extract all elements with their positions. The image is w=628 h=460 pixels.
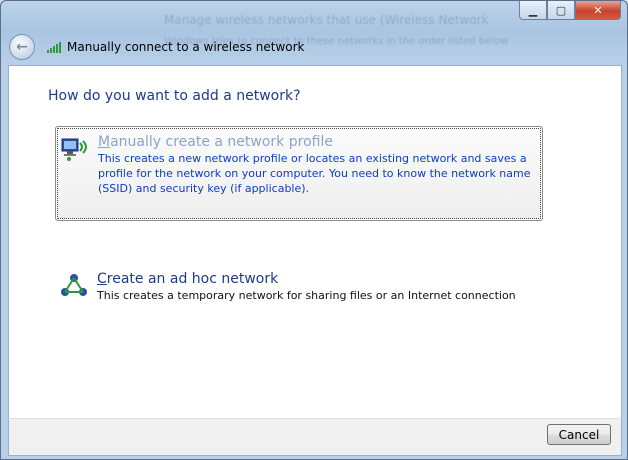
page-heading: How do you want to add a network? <box>48 88 301 104</box>
option-manual-profile-description: This creates a new network profile or lo… <box>98 152 531 195</box>
minimize-icon: ▁ <box>528 3 538 17</box>
maximize-icon: ▢ <box>555 3 567 17</box>
wizard-window: Manage wireless networks that use (Wirel… <box>0 0 628 460</box>
back-button[interactable]: ← <box>9 34 35 60</box>
minimize-button[interactable]: ▁ <box>519 1 547 20</box>
wireless-signal-icon <box>47 41 63 53</box>
caption-buttons: ▁ ▢ ✕ <box>519 1 621 20</box>
close-button[interactable]: ✕ <box>575 1 621 20</box>
option-ad-hoc-title: Create an ad hoc network <box>97 271 279 287</box>
option-ad-hoc[interactable]: Create an ad hoc network This creates a … <box>55 264 543 312</box>
content-panel: How do you want to add a network? Manual… <box>8 65 622 419</box>
background-window-title: Manage wireless networks that use (Wirel… <box>164 13 489 27</box>
maximize-button[interactable]: ▢ <box>547 1 575 20</box>
cancel-button[interactable]: Cancel <box>547 424 611 445</box>
nav-bar: ← Manually connect to a wireless network <box>9 33 305 61</box>
ad-hoc-network-icon <box>61 274 87 296</box>
footer-bar: Cancel <box>8 418 622 456</box>
close-icon: ✕ <box>593 3 603 17</box>
wizard-title: Manually connect to a wireless network <box>67 40 305 54</box>
option-manual-profile[interactable]: Manually create a network profile This c… <box>55 126 543 221</box>
network-computer-icon <box>61 138 87 161</box>
option-manual-profile-title: Manually create a network profile <box>98 134 333 150</box>
option-ad-hoc-description: This creates a temporary network for sha… <box>97 289 516 302</box>
back-arrow-icon: ← <box>16 39 28 55</box>
